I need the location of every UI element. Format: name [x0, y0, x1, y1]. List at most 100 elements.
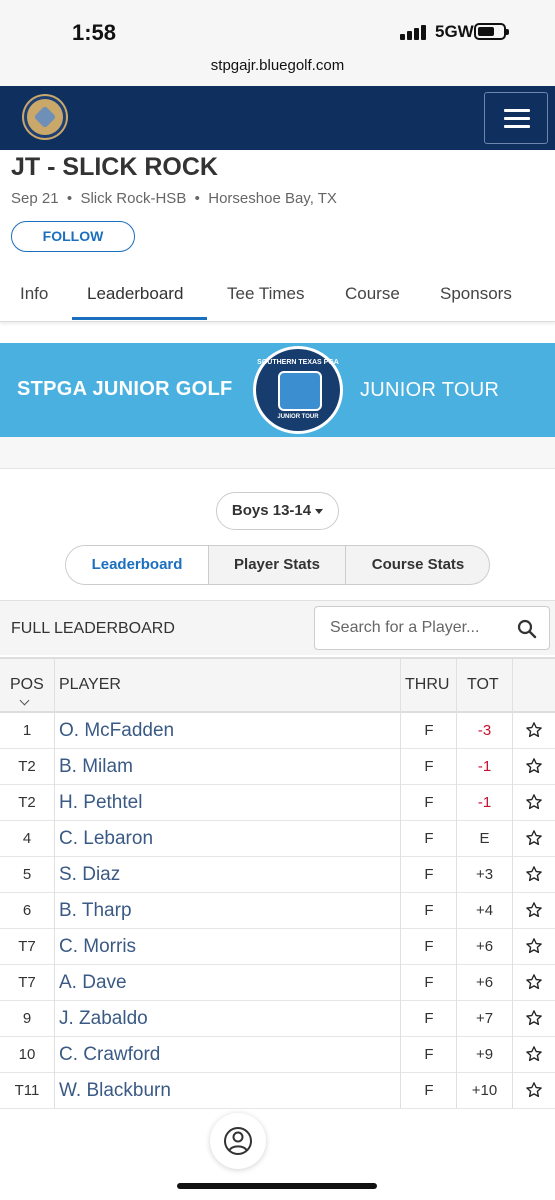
- row-position: 5: [22, 866, 32, 883]
- player-search-input[interactable]: [315, 607, 505, 649]
- favorite-button[interactable]: [512, 965, 555, 1000]
- row-position: T7: [18, 974, 36, 991]
- tab-info[interactable]: Info: [20, 284, 48, 304]
- table-row[interactable]: T2 B. Milam F -1: [0, 749, 555, 785]
- favorite-button[interactable]: [512, 1001, 555, 1036]
- search-icon[interactable]: [517, 619, 537, 639]
- star-outline-icon: [525, 1046, 542, 1062]
- tab-leaderboard[interactable]: Leaderboard: [87, 284, 183, 304]
- tour-banner: STPGA JUNIOR GOLF SOUTHERN TEXAS PGA JUN…: [0, 343, 555, 437]
- row-player-link[interactable]: B. Tharp: [59, 893, 132, 928]
- favorite-button[interactable]: [512, 893, 555, 928]
- favorite-button[interactable]: [512, 821, 555, 856]
- row-total: -1: [477, 758, 492, 775]
- row-player-link[interactable]: W. Blackburn: [59, 1073, 171, 1108]
- table-row[interactable]: T7 A. Dave F +6: [0, 965, 555, 1001]
- event-title: JT - SLICK ROCK: [11, 153, 218, 181]
- favorite-button[interactable]: [512, 857, 555, 892]
- star-outline-icon: [525, 794, 542, 810]
- table-row[interactable]: 10 C. Crawford F +9: [0, 1037, 555, 1073]
- row-player-link[interactable]: C. Crawford: [59, 1037, 160, 1072]
- junior-tour-badge: SOUTHERN TEXAS PGA JUNIOR TOUR: [253, 346, 343, 434]
- favorite-button[interactable]: [512, 713, 555, 748]
- caret-down-icon: [315, 508, 324, 514]
- row-player-link[interactable]: S. Diaz: [59, 857, 120, 892]
- star-outline-icon: [525, 974, 542, 990]
- row-total: +6: [475, 974, 494, 991]
- row-player-link[interactable]: B. Milam: [59, 749, 133, 784]
- segment-leaderboard[interactable]: Leaderboard: [66, 546, 208, 584]
- col-pos[interactable]: POS: [10, 676, 44, 694]
- tab-course[interactable]: Course: [345, 284, 400, 304]
- table-row[interactable]: T11 W. Blackburn F +10: [0, 1073, 555, 1109]
- active-tab-indicator: [72, 317, 207, 320]
- row-total: +7: [475, 1010, 494, 1027]
- favorite-button[interactable]: [512, 749, 555, 784]
- sort-chevron-icon[interactable]: [19, 695, 30, 706]
- row-total: E: [479, 830, 490, 847]
- row-position: T7: [18, 938, 36, 955]
- favorite-button[interactable]: [512, 1037, 555, 1072]
- favorite-button[interactable]: [512, 1073, 555, 1108]
- col-player[interactable]: PLAYER: [59, 676, 121, 694]
- segment-course-stats[interactable]: Course Stats: [346, 546, 489, 584]
- battery-icon: [474, 23, 509, 40]
- row-thru: F: [424, 902, 434, 919]
- follow-button[interactable]: FOLLOW: [11, 221, 135, 252]
- col-tot[interactable]: TOT: [467, 676, 499, 694]
- favorite-button[interactable]: [512, 785, 555, 820]
- row-player-link[interactable]: C. Morris: [59, 929, 136, 964]
- table-row[interactable]: 6 B. Tharp F +4: [0, 893, 555, 929]
- row-thru: F: [424, 722, 434, 739]
- stpga-logo[interactable]: [24, 96, 66, 138]
- leaderboard-table: POS PLAYER THRU TOT 1 O. McFadden F -3 T2 B. …: [0, 657, 555, 1109]
- table-header: POS PLAYER THRU TOT: [0, 659, 555, 713]
- col-thru[interactable]: THRU: [405, 676, 449, 694]
- banner-left-text: STPGA JUNIOR GOLF: [17, 378, 233, 400]
- table-row[interactable]: T7 C. Morris F +6: [0, 929, 555, 965]
- favorite-button[interactable]: [512, 929, 555, 964]
- star-outline-icon: [525, 866, 542, 882]
- table-row[interactable]: 4 C. Lebaron F E: [0, 821, 555, 857]
- row-player-link[interactable]: A. Dave: [59, 965, 127, 1000]
- row-total: +6: [475, 938, 494, 955]
- row-player-link[interactable]: O. McFadden: [59, 713, 174, 748]
- table-row[interactable]: T2 H. Pethtel F -1: [0, 785, 555, 821]
- division-dropdown[interactable]: Boys 13-14: [216, 492, 339, 530]
- table-row[interactable]: 5 S. Diaz F +3: [0, 857, 555, 893]
- row-thru: F: [424, 1010, 434, 1027]
- address-bar[interactable]: stpgajr.bluegolf.com: [0, 56, 555, 86]
- row-player-link[interactable]: J. Zabaldo: [59, 1001, 148, 1036]
- signal-icon: [400, 24, 428, 40]
- star-outline-icon: [525, 902, 542, 918]
- status-bar: 1:58 5GW: [0, 0, 555, 56]
- tab-sponsors[interactable]: Sponsors: [440, 284, 512, 304]
- row-thru: F: [424, 1046, 434, 1063]
- star-outline-icon: [525, 1082, 542, 1098]
- star-outline-icon: [525, 1010, 542, 1026]
- table-row[interactable]: 1 O. McFadden F -3: [0, 713, 555, 749]
- leaderboard-header: FULL LEADERBOARD: [0, 600, 555, 655]
- row-player-link[interactable]: C. Lebaron: [59, 821, 153, 856]
- hamburger-menu-button[interactable]: [484, 92, 548, 144]
- row-thru: F: [424, 974, 434, 991]
- row-position: T2: [18, 758, 36, 775]
- row-thru: F: [424, 794, 434, 811]
- network-type: 5GW: [435, 22, 474, 41]
- profile-button[interactable]: [210, 1113, 266, 1169]
- star-outline-icon: [525, 830, 542, 846]
- divider-strip: [0, 437, 555, 469]
- row-thru: F: [424, 830, 434, 847]
- row-position: 4: [22, 830, 32, 847]
- tab-tee-times[interactable]: Tee Times: [227, 284, 304, 304]
- user-circle-icon: [224, 1127, 252, 1155]
- row-position: 9: [22, 1010, 32, 1027]
- row-player-link[interactable]: H. Pethtel: [59, 785, 142, 820]
- row-position: 1: [22, 722, 32, 739]
- event-location: Horseshoe Bay, TX: [208, 190, 337, 207]
- table-row[interactable]: 9 J. Zabaldo F +7: [0, 1001, 555, 1037]
- leaderboard-title: FULL LEADERBOARD: [11, 620, 175, 637]
- banner-right-text: JUNIOR TOUR: [360, 379, 500, 401]
- segment-player-stats[interactable]: Player Stats: [209, 546, 345, 584]
- row-thru: F: [424, 938, 434, 955]
